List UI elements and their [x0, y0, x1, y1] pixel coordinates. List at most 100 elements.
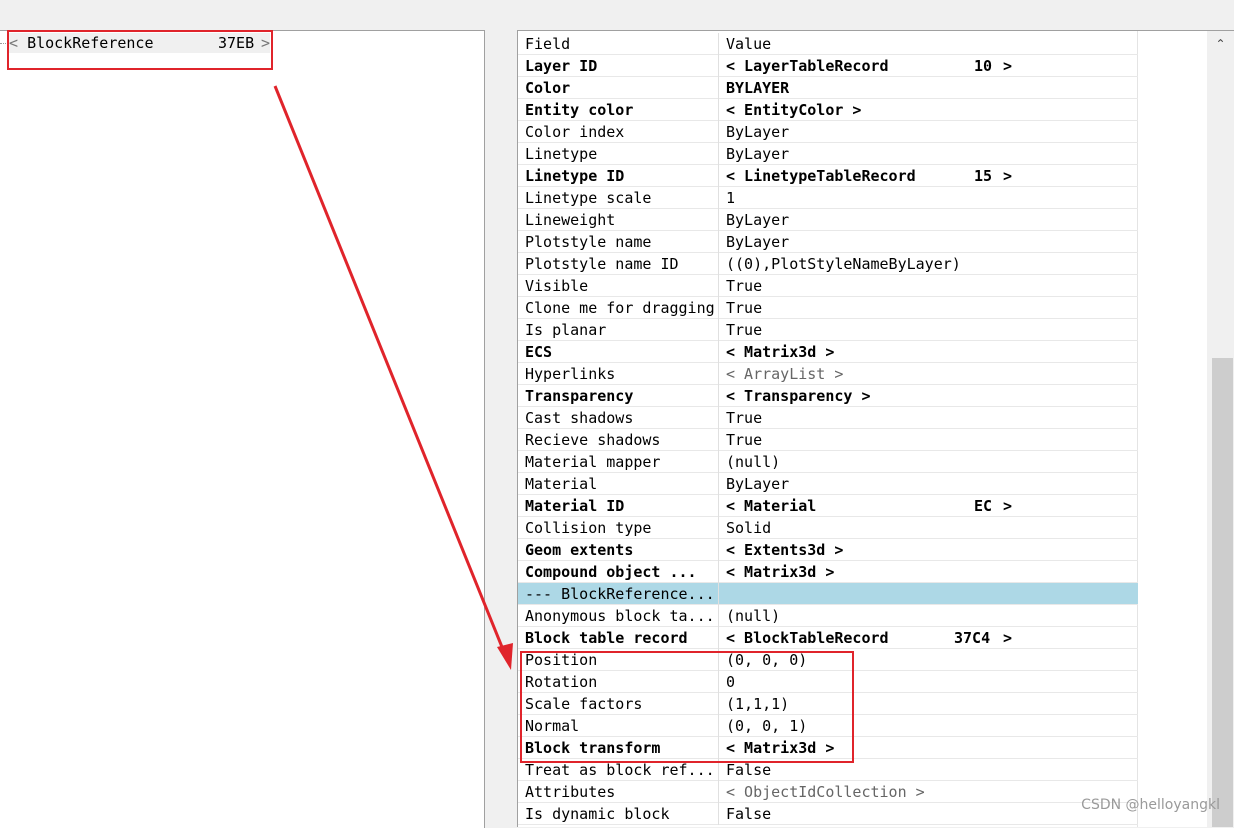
property-value[interactable]: < Material EC > — [726, 495, 1136, 517]
cell-separator — [718, 363, 719, 385]
property-row[interactable]: Cast shadows True — [518, 407, 1138, 429]
property-row[interactable]: Is dynamic block False — [518, 803, 1138, 825]
property-row[interactable]: Material mapper (null) — [518, 451, 1138, 473]
property-row[interactable]: Entity color < EntityColor > — [518, 99, 1138, 121]
property-row[interactable]: --- BlockReference... — [518, 583, 1138, 605]
property-value: True — [726, 407, 1136, 429]
property-field: Plotstyle name ID — [525, 255, 679, 273]
property-value-text: (null) — [726, 607, 781, 625]
property-value-text: ((0),PlotStyleNameByLayer) — [726, 255, 961, 273]
cell-separator — [718, 209, 719, 231]
property-row[interactable]: Attributes < ObjectIdCollection > — [518, 781, 1138, 803]
property-field: Anonymous block ta... — [525, 607, 715, 625]
property-value: ByLayer — [726, 231, 1136, 253]
property-row[interactable]: Transparency < Transparency > — [518, 385, 1138, 407]
property-row[interactable]: Clone me for dragging True — [518, 297, 1138, 319]
property-row[interactable]: Color BYLAYER — [518, 77, 1138, 99]
property-value-text: < Material — [726, 497, 817, 515]
property-row[interactable]: Linetype ByLayer — [518, 143, 1138, 165]
object-tree-pane[interactable]: < BlockReference 37EB > — [0, 30, 485, 828]
property-row[interactable]: Visible True — [518, 275, 1138, 297]
property-field: ECS — [525, 343, 553, 361]
property-value: True — [726, 319, 1136, 341]
grid-header: Field Value — [518, 33, 1138, 55]
property-value[interactable]: < Matrix3d > — [726, 341, 1136, 363]
property-field: Cast shadows — [525, 409, 634, 427]
cell-separator — [718, 33, 719, 55]
property-field: Entity color — [525, 101, 634, 119]
cell-separator — [718, 55, 719, 77]
property-value: Solid — [726, 517, 1136, 539]
property-row[interactable]: Linetype ID < LinetypeTableRecord 15 > — [518, 165, 1138, 187]
property-value: (null) — [726, 605, 1136, 627]
cell-separator — [718, 143, 719, 165]
property-row[interactable]: Plotstyle name ByLayer — [518, 231, 1138, 253]
property-row[interactable]: Compound object ... < Matrix3d > — [518, 561, 1138, 583]
property-row[interactable]: Is planar True — [518, 319, 1138, 341]
property-row[interactable]: Plotstyle name ID ((0),PlotStyleNameByLay… — [518, 253, 1138, 275]
cell-separator — [718, 451, 719, 473]
cell-separator — [718, 385, 719, 407]
cell-separator — [718, 407, 719, 429]
property-value-text: Solid — [726, 519, 772, 537]
property-value: BYLAYER — [726, 77, 1136, 99]
property-value-text: < ObjectIdCollection > — [726, 783, 925, 801]
property-row[interactable]: ECS < Matrix3d > — [518, 341, 1138, 363]
cell-separator — [718, 803, 719, 825]
property-row[interactable]: Recieve shadows True — [518, 429, 1138, 451]
property-field: Linetype ID — [525, 167, 625, 185]
property-field: Lineweight — [525, 211, 616, 229]
property-row[interactable]: Anonymous block ta... (null) — [518, 605, 1138, 627]
property-row[interactable]: Color index ByLayer — [518, 121, 1138, 143]
property-field: Compound object ... — [525, 563, 697, 581]
cell-separator — [718, 473, 719, 495]
property-value-text: < ArrayList > — [726, 365, 844, 383]
property-field: Collision type — [525, 519, 652, 537]
property-value[interactable]: < LayerTableRecord 10 > — [726, 55, 1136, 77]
property-field: Attributes — [525, 783, 616, 801]
property-value[interactable]: < LinetypeTableRecord 15 > — [726, 165, 1136, 187]
vertical-scrollbar[interactable]: ⌃ — [1207, 31, 1234, 827]
cell-separator — [718, 99, 719, 121]
cell-separator — [718, 517, 719, 539]
property-row[interactable]: Lineweight ByLayer — [518, 209, 1138, 231]
property-value-text: ByLayer — [726, 123, 790, 141]
property-field: Block table record — [525, 629, 688, 647]
property-value: 1 — [726, 187, 1136, 209]
property-value: True — [726, 275, 1136, 297]
property-value: False — [726, 803, 1136, 825]
ref-close-bracket: > — [1003, 629, 1013, 647]
property-value[interactable]: < Matrix3d > — [726, 561, 1136, 583]
property-row[interactable]: Material ID < Material EC > — [518, 495, 1138, 517]
property-row[interactable]: Collision type Solid — [518, 517, 1138, 539]
cell-separator — [718, 341, 719, 363]
property-value[interactable]: < ObjectIdCollection > — [726, 781, 1136, 803]
property-value[interactable]: < ArrayList > — [726, 363, 1136, 385]
property-row[interactable]: Hyperlinks < ArrayList > — [518, 363, 1138, 385]
cell-separator — [718, 539, 719, 561]
property-row[interactable]: Material ByLayer — [518, 473, 1138, 495]
property-row[interactable]: Linetype scale 1 — [518, 187, 1138, 209]
object-ref-id: 15 — [974, 167, 993, 185]
property-value[interactable]: < BlockTableRecord 37C4 > — [726, 627, 1136, 649]
property-value-text: True — [726, 431, 763, 449]
property-value[interactable]: < Extents3d > — [726, 539, 1136, 561]
cell-separator — [718, 561, 719, 583]
cell-separator — [718, 627, 719, 649]
property-value[interactable]: < Transparency > — [726, 385, 1136, 407]
property-row[interactable]: Geom extents < Extents3d > — [518, 539, 1138, 561]
cell-separator — [718, 77, 719, 99]
object-ref-id: 10 — [974, 57, 993, 75]
cell-separator — [718, 253, 719, 275]
property-row[interactable]: Block table record < BlockTableRecord 37C4… — [518, 627, 1138, 649]
property-field: Material mapper — [525, 453, 661, 471]
property-value: ByLayer — [726, 209, 1136, 231]
property-value: ByLayer — [726, 143, 1136, 165]
cell-separator — [718, 605, 719, 627]
property-value[interactable]: < EntityColor > — [726, 99, 1136, 121]
scroll-thumb[interactable] — [1212, 358, 1233, 827]
property-row[interactable]: Layer ID < LayerTableRecord 10 > — [518, 55, 1138, 77]
property-value: ByLayer — [726, 121, 1136, 143]
property-field: Clone me for dragging — [525, 299, 715, 317]
scroll-up-arrow-icon[interactable]: ⌃ — [1207, 37, 1234, 55]
